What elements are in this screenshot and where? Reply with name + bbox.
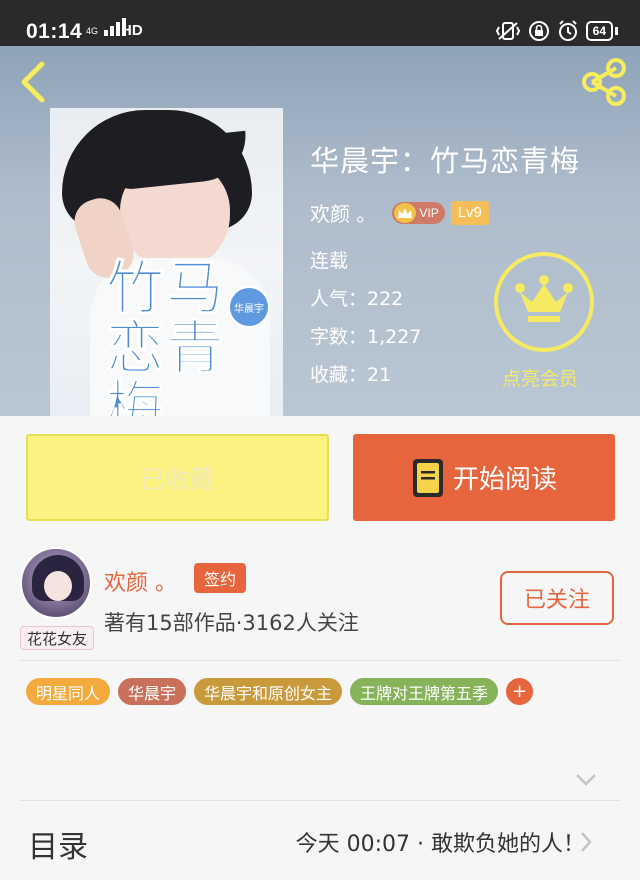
cover-badge: 华晨宇 [228, 286, 270, 328]
network-type: 4G [86, 26, 99, 36]
add-tag-button[interactable]: + [506, 678, 534, 705]
book-header: 竹马恋青梅 华晨宇 华晨宇：竹马恋青梅 欢颜 。 VIP Lv9 连载 人气：2… [0, 46, 640, 416]
back-icon[interactable] [12, 58, 56, 106]
book-icon [412, 458, 443, 497]
serial-status: 连载 [310, 250, 349, 272]
book-cover[interactable]: 竹马恋青梅 华晨宇 [50, 108, 283, 416]
crown-icon [515, 275, 573, 322]
tag-list: 明星同人 华晨宇 华晨宇和原创女主 王牌对王牌第五季 + [26, 678, 534, 705]
cover-title: 竹马恋青梅 [106, 254, 227, 417]
member-button[interactable] [494, 252, 594, 352]
crown-icon [394, 202, 417, 223]
author-name[interactable]: 欢颜 。 [310, 198, 376, 227]
profile-author-name[interactable]: 欢颜 。 [104, 565, 177, 597]
divider [20, 660, 620, 661]
level-badge: Lv9 [450, 200, 489, 225]
alarm-icon [558, 20, 577, 41]
avatar-face [44, 571, 72, 601]
vip-label: VIP [419, 205, 439, 220]
collected-button[interactable]: 已收藏 [26, 434, 329, 521]
start-reading-label: 开始阅读 [452, 465, 557, 495]
share-icon[interactable] [578, 56, 630, 108]
vip-badge: VIP [392, 201, 445, 224]
member-label[interactable]: 点亮会员 [502, 364, 578, 391]
author-stats: 著有15部作品·3162人关注 [104, 611, 359, 635]
author-row: 欢颜 。 VIP Lv9 [310, 198, 489, 227]
sign-badge: 签约 [194, 563, 246, 593]
status-bar: 01:14 4G HD 64 [0, 0, 640, 46]
lock-rotation-icon [528, 21, 549, 41]
tag-item[interactable]: 明星同人 [26, 678, 111, 705]
start-reading-button[interactable]: 开始阅读 [353, 434, 615, 521]
vibrate-icon [495, 22, 520, 40]
avatar-frame-label: 花花女友 [20, 626, 94, 650]
chevron-right-icon[interactable] [578, 830, 594, 854]
battery-icon: 64 [585, 21, 613, 41]
popularity: 人气：222 [310, 288, 404, 310]
hd-indicator: HD [121, 22, 143, 39]
book-title: 华晨宇：竹马恋青梅 [310, 144, 581, 178]
battery-tip [615, 27, 618, 35]
status-time: 01:14 [26, 20, 83, 43]
word-count: 字数：1,227 [310, 326, 422, 348]
toc-label[interactable]: 目录 [28, 822, 88, 866]
tag-item[interactable]: 王牌对王牌第五季 [350, 678, 499, 705]
follow-button[interactable]: 已关注 [500, 571, 614, 625]
status-icons: 64 [495, 20, 618, 42]
divider [20, 800, 620, 801]
chevron-down-icon[interactable] [574, 772, 598, 788]
tag-item[interactable]: 华晨宇和原创女主 [194, 678, 343, 705]
latest-chapter[interactable]: 今天 00:07 · 敢欺负她的人！ [296, 826, 585, 858]
tag-item[interactable]: 华晨宇 [118, 678, 187, 705]
author-avatar[interactable] [20, 547, 92, 619]
favorites-count: 收藏：21 [310, 364, 392, 386]
